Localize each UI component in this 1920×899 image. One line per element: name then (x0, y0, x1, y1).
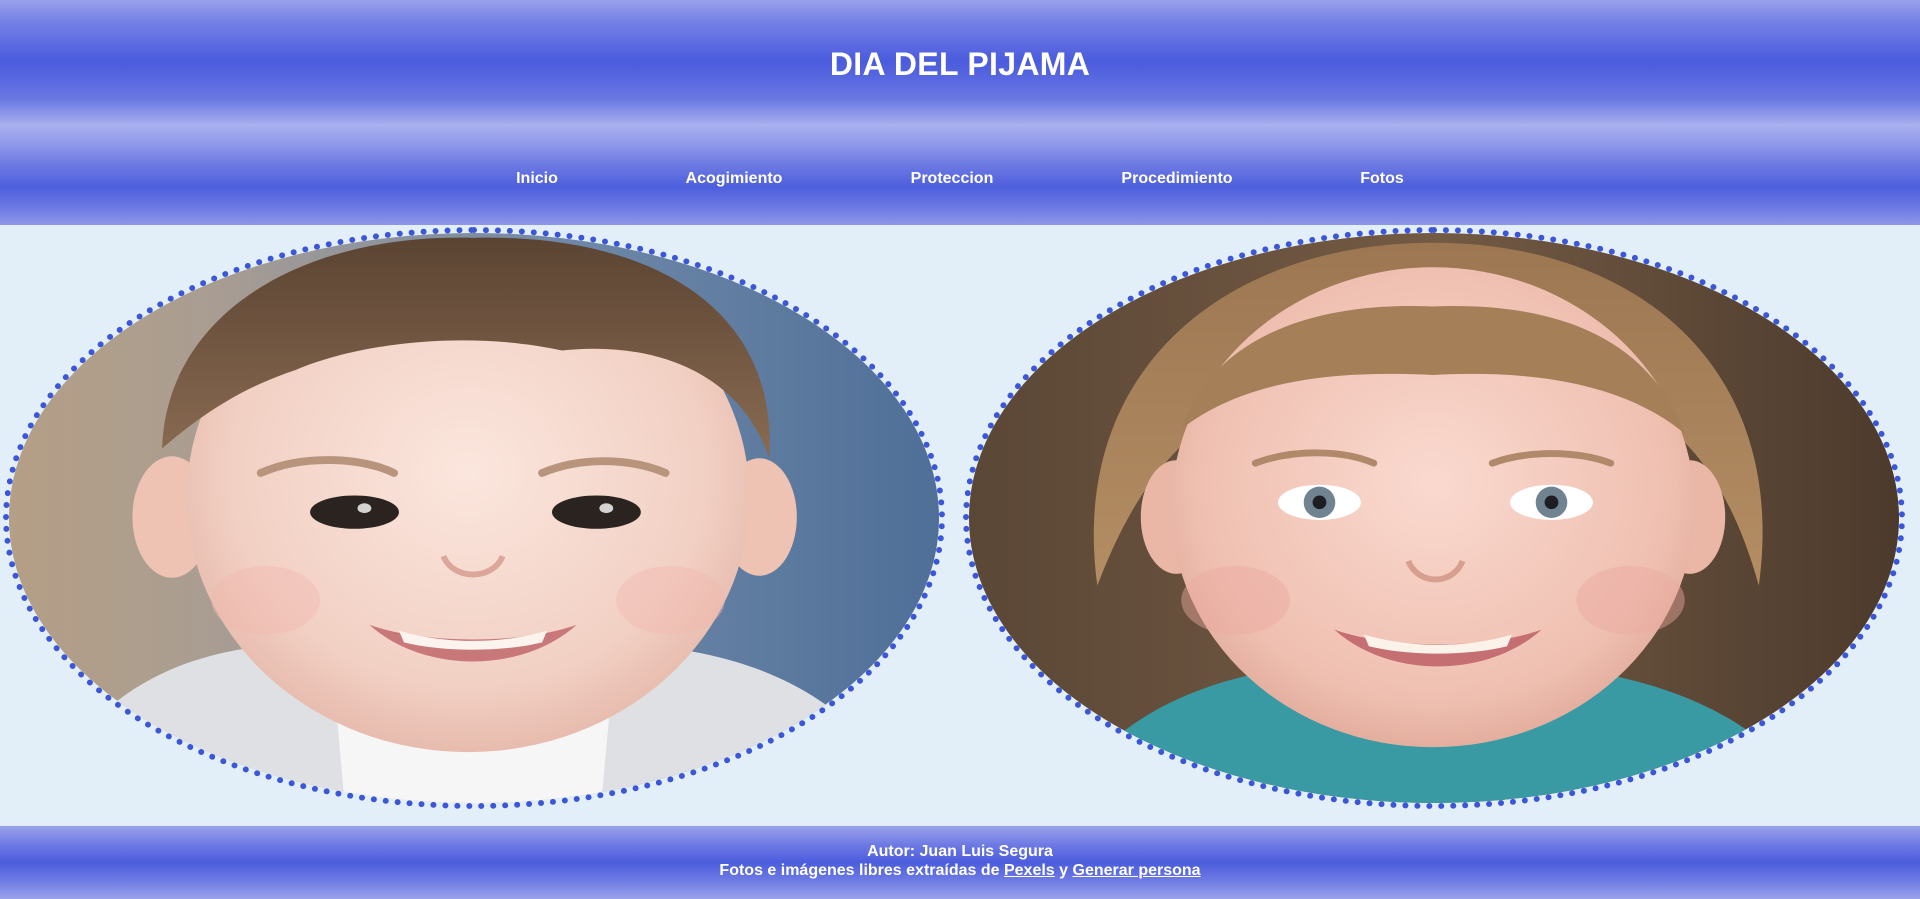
main-nav: Inicio Acogimiento Proteccion Procedimie… (0, 146, 1920, 225)
nav-item-inicio[interactable]: Inicio (516, 170, 558, 188)
pexels-link[interactable]: Pexels (1004, 862, 1055, 879)
nav-item-procedimiento[interactable]: Procedimiento (1121, 170, 1232, 188)
footer: Autor: Juan Luis Segura Fotos e imágenes… (0, 826, 1920, 899)
generar-persona-link[interactable]: Generar persona (1073, 862, 1201, 879)
page-title: DIA DEL PIJAMA (829, 46, 1091, 82)
photo-girl (963, 227, 1905, 809)
author-credit: Autor: Juan Luis Segura (867, 843, 1053, 860)
boy-portrait-image (9, 233, 939, 803)
credits-prefix: Fotos e imágenes libres extraídas de (719, 862, 1004, 879)
girl-portrait-image (969, 233, 1899, 803)
header-banner: DIA DEL PIJAMA (0, 0, 1920, 146)
credits-conjunction: y (1054, 862, 1073, 879)
nav-item-fotos[interactable]: Fotos (1360, 170, 1404, 188)
photo-gallery (0, 225, 1920, 826)
nav-item-acogimiento[interactable]: Acogimiento (686, 170, 783, 188)
nav-item-proteccion[interactable]: Proteccion (911, 170, 994, 188)
photo-boy (3, 227, 945, 809)
image-credits: Fotos e imágenes libres extraídas de Pex… (0, 862, 1920, 880)
